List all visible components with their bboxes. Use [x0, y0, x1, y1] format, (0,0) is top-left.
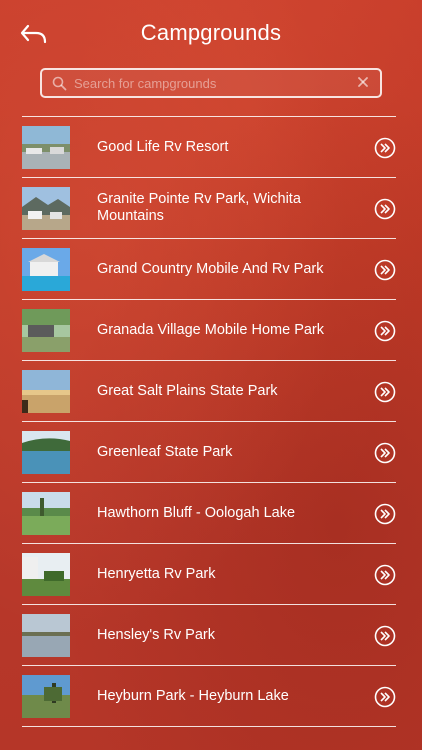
chevron-double-right-icon: [374, 381, 396, 403]
search-bar: [40, 68, 382, 98]
chevron-double-right-icon: [374, 137, 396, 159]
list-item[interactable]: Henryetta Rv Park: [22, 544, 396, 605]
campground-thumbnail: [22, 614, 70, 657]
search-input[interactable]: [74, 70, 344, 96]
list-item-label: Granada Village Mobile Home Park: [97, 321, 325, 338]
list-item-label: Grand Country Mobile And Rv Park: [97, 260, 324, 277]
campground-thumbnail: [22, 370, 70, 413]
list-item[interactable]: Hawthorn Bluff - Oologah Lake: [22, 483, 396, 544]
campground-thumbnail: [22, 248, 70, 291]
campground-thumbnail: [22, 553, 70, 596]
list-item-label: Hensley's Rv Park: [97, 626, 215, 643]
header: Campgrounds: [0, 0, 422, 62]
list-item[interactable]: Great Salt Plains State Park: [22, 361, 396, 422]
chevron-double-right-icon: [374, 320, 396, 342]
campground-thumbnail: [22, 187, 70, 230]
clear-icon[interactable]: [356, 75, 370, 89]
chevron-double-right-icon: [374, 442, 396, 464]
list-item-label: Good Life Rv Resort: [97, 138, 229, 155]
list-item[interactable]: Good Life Rv Resort: [22, 117, 396, 178]
list-item[interactable]: Granada Village Mobile Home Park: [22, 300, 396, 361]
campground-thumbnail: [22, 126, 70, 169]
campground-thumbnail: [22, 309, 70, 352]
list-item[interactable]: Greenleaf State Park: [22, 422, 396, 483]
chevron-double-right-icon: [374, 686, 396, 708]
chevron-double-right-icon: [374, 625, 396, 647]
list-item[interactable]: Hensley's Rv Park: [22, 605, 396, 666]
list-item-label: Hawthorn Bluff - Oologah Lake: [97, 504, 296, 521]
list-item[interactable]: Granite Pointe Rv Park, Wichita Mountain…: [22, 178, 396, 239]
list-item-label: Greenleaf State Park: [97, 443, 233, 460]
page-title: Campgrounds: [140, 20, 282, 45]
chevron-double-right-icon: [374, 259, 396, 281]
list-item[interactable]: Heyburn Park - Heyburn Lake: [22, 666, 396, 727]
campground-thumbnail: [22, 675, 70, 718]
list-item[interactable]: Grand Country Mobile And Rv Park: [22, 239, 396, 300]
list-item-label: Heyburn Park - Heyburn Lake: [97, 687, 289, 704]
campground-thumbnail: [22, 431, 70, 474]
list-item-label: Granite Pointe Rv Park, Wichita Mountain…: [97, 191, 301, 224]
chevron-double-right-icon: [374, 564, 396, 586]
list-item-label: Great Salt Plains State Park: [97, 382, 278, 399]
search-icon: [52, 76, 67, 91]
campground-thumbnail: [22, 492, 70, 535]
list-item-label: Henryetta Rv Park: [97, 565, 216, 582]
chevron-double-right-icon: [374, 503, 396, 525]
chevron-double-right-icon: [374, 198, 396, 220]
campground-list: Good Life Rv Resort Granite Pointe Rv Pa…: [22, 116, 396, 727]
